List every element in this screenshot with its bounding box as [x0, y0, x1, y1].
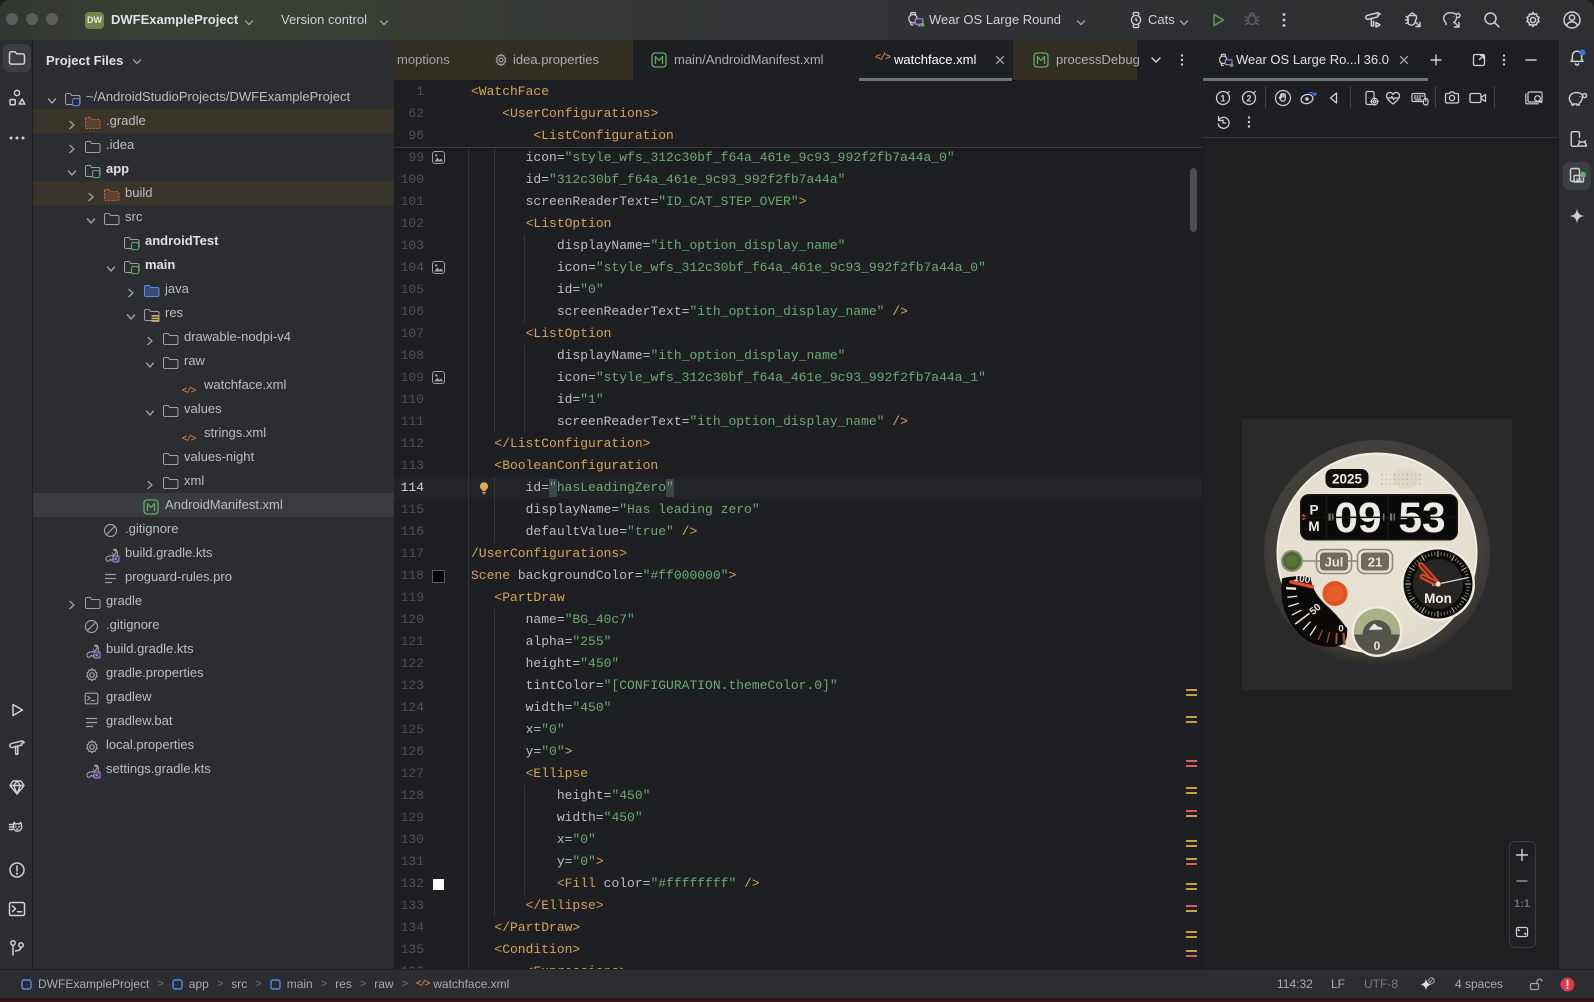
- svg-text:09: 09: [1334, 495, 1381, 542]
- svg-text:53: 53: [1398, 495, 1445, 542]
- svg-text:21: 21: [1368, 555, 1382, 570]
- svg-text:2: 2: [1246, 94, 1251, 104]
- svg-text:0: 0: [1338, 624, 1343, 635]
- svg-text:M: M: [1308, 519, 1319, 534]
- svg-text:0: 0: [1374, 639, 1381, 653]
- svg-text:Mon: Mon: [1424, 591, 1452, 606]
- svg-text:P: P: [1309, 503, 1318, 518]
- svg-text:Jul: Jul: [1325, 555, 1344, 570]
- svg-text:1: 1: [1220, 94, 1225, 104]
- svg-text:2025: 2025: [1332, 472, 1363, 487]
